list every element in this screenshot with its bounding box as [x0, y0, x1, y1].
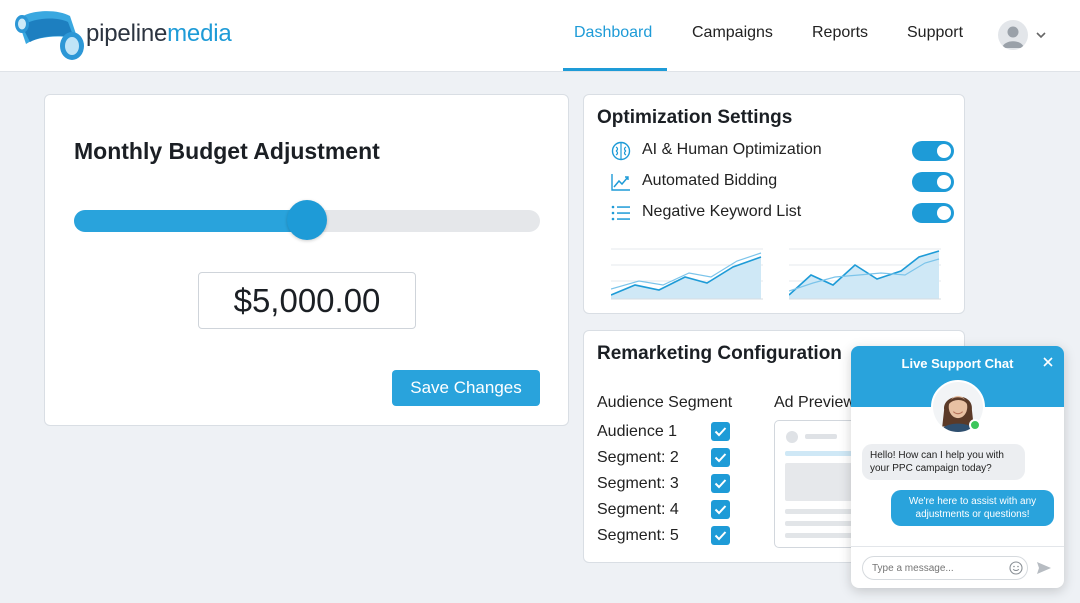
list-icon	[611, 205, 630, 221]
brain-icon	[611, 141, 631, 161]
segment-row: Segment: 3	[597, 473, 737, 495]
optimization-label-bidding: Automated Bidding	[642, 172, 778, 189]
send-icon[interactable]	[1036, 560, 1052, 576]
optimization-title: Optimization Settings	[597, 107, 793, 128]
optimization-row-keywords: Negative Keyword List	[610, 201, 956, 225]
audience-segment-header: Audience Segment	[597, 394, 733, 411]
nav-campaigns[interactable]: Campaigns	[692, 24, 773, 42]
chat-message-incoming: Hello! How can I help you with your PPC …	[862, 444, 1025, 480]
segment-row: Segment: 2	[597, 447, 737, 469]
toggle-knob	[937, 175, 951, 189]
budget-amount-field[interactable]: $5,000.00	[198, 272, 416, 329]
segment-label: Segment: 4	[597, 501, 679, 518]
segment-row: Audience 1	[597, 421, 737, 443]
ad-preview-header: Ad Preview	[774, 394, 855, 411]
budget-card: Monthly Budget Adjustment $5,000.00 Save…	[44, 94, 569, 426]
emoji-icon[interactable]	[1009, 561, 1023, 575]
sparkline-chart-left	[611, 248, 763, 300]
segment-checkbox[interactable]	[711, 448, 730, 467]
save-changes-button[interactable]: Save Changes	[392, 370, 540, 406]
optimization-label-keywords: Negative Keyword List	[642, 203, 802, 220]
segment-checkbox[interactable]	[711, 422, 730, 441]
toggle-ai-optimization[interactable]	[912, 141, 954, 161]
brand-name-part1: pipeline	[86, 20, 168, 47]
pipeline-logo-icon[interactable]	[12, 6, 84, 64]
toggle-knob	[937, 144, 951, 158]
brand-name-part2: media	[167, 20, 232, 47]
live-chat-widget: Live Support Chat Hello! How can I help …	[851, 346, 1064, 588]
chat-message-outgoing: We're here to assist with any adjustment…	[891, 490, 1054, 526]
brand-name[interactable]: pipelinemedia	[86, 20, 232, 48]
chat-title: Live Support Chat	[901, 356, 1014, 371]
sparkline-chart-right	[789, 248, 941, 300]
active-tab-indicator	[563, 68, 667, 71]
toggle-negative-keywords[interactable]	[912, 203, 954, 223]
optimization-row-bidding: Automated Bidding	[610, 170, 956, 194]
segment-checkbox[interactable]	[711, 526, 730, 545]
online-status-dot	[969, 419, 981, 431]
top-navigation-bar: pipelinemedia Dashboard Campaigns Report…	[0, 0, 1080, 72]
segment-checkbox[interactable]	[711, 474, 730, 493]
chat-divider	[851, 546, 1064, 547]
trend-chart-icon	[611, 174, 630, 191]
segment-checkbox[interactable]	[711, 500, 730, 519]
optimization-settings-card: Optimization Settings AI & Human Optimiz…	[583, 94, 965, 314]
budget-slider-handle[interactable]	[287, 200, 327, 240]
nav-reports[interactable]: Reports	[812, 24, 868, 42]
toggle-automated-bidding[interactable]	[912, 172, 954, 192]
budget-slider-fill	[74, 210, 307, 232]
budget-title: Monthly Budget Adjustment	[74, 138, 380, 164]
segment-label: Audience 1	[597, 423, 678, 440]
segment-label: Segment: 5	[597, 527, 679, 544]
user-avatar-icon[interactable]	[998, 20, 1028, 50]
nav-support[interactable]: Support	[907, 24, 963, 42]
segment-label: Segment: 2	[597, 449, 679, 466]
chevron-down-icon[interactable]	[1034, 28, 1048, 42]
toggle-knob	[937, 206, 951, 220]
remarketing-title: Remarketing Configuration	[597, 343, 842, 364]
segment-label: Segment: 3	[597, 475, 679, 492]
close-icon[interactable]	[1041, 355, 1055, 369]
segment-row: Segment: 5	[597, 525, 737, 547]
segment-row: Segment: 4	[597, 499, 737, 521]
chat-message-input[interactable]	[862, 556, 1028, 580]
optimization-row-ai: AI & Human Optimization	[610, 139, 956, 163]
nav-dashboard[interactable]: Dashboard	[574, 24, 652, 42]
optimization-label-ai: AI & Human Optimization	[642, 141, 822, 158]
